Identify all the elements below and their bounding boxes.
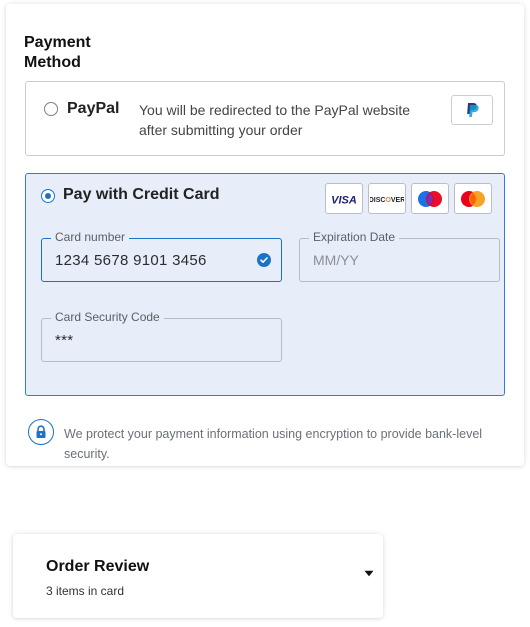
lock-icon <box>28 419 54 445</box>
mastercard-logo-icon <box>454 183 492 214</box>
security-note-text: We protect your payment information usin… <box>64 427 483 461</box>
expiration-date-label: Expiration Date <box>309 230 400 244</box>
expiration-date-field[interactable]: Expiration Date MM/YY <box>299 230 500 282</box>
section-title: Payment Method <box>24 34 91 71</box>
paypal-description: You will be redirected to the PayPal web… <box>139 102 411 138</box>
paypal-option[interactable]: PayPal You will be redirected to the Pay… <box>25 81 505 156</box>
security-code-value: *** <box>55 332 74 349</box>
order-review-title: Order Review <box>46 558 150 575</box>
maestro-logo-icon <box>411 183 449 214</box>
paypal-logo-icon <box>451 95 493 125</box>
security-code-field[interactable]: Card Security Code *** <box>41 310 282 362</box>
valid-check-icon <box>257 253 271 267</box>
paypal-radio[interactable] <box>44 102 58 116</box>
credit-card-option[interactable]: Pay with Credit Card VISA DISCOVER Card … <box>25 173 505 396</box>
credit-card-radio[interactable] <box>41 189 55 203</box>
discover-logo-icon: DISCOVER <box>368 183 406 214</box>
payment-method-card: Payment Method PayPal You will be redire… <box>6 4 524 466</box>
caret-down-icon[interactable] <box>364 564 374 582</box>
svg-text:DISCOVER: DISCOVER <box>370 197 404 204</box>
order-review-subtitle: 3 items in card <box>46 584 125 598</box>
card-number-label: Card number <box>51 230 130 244</box>
card-number-value: 1234 5678 9101 3456 <box>55 252 207 269</box>
credit-card-label: Pay with Credit Card <box>63 186 220 203</box>
card-number-field[interactable]: Card number 1234 5678 9101 3456 <box>41 230 282 282</box>
visa-logo-icon: VISA <box>325 183 363 214</box>
svg-text:VISA: VISA <box>331 194 357 205</box>
paypal-label: PayPal <box>67 100 120 117</box>
order-review-card[interactable]: Order Review 3 items in card <box>13 534 383 618</box>
expiration-date-placeholder: MM/YY <box>313 252 359 268</box>
security-code-label: Card Security Code <box>51 310 164 324</box>
